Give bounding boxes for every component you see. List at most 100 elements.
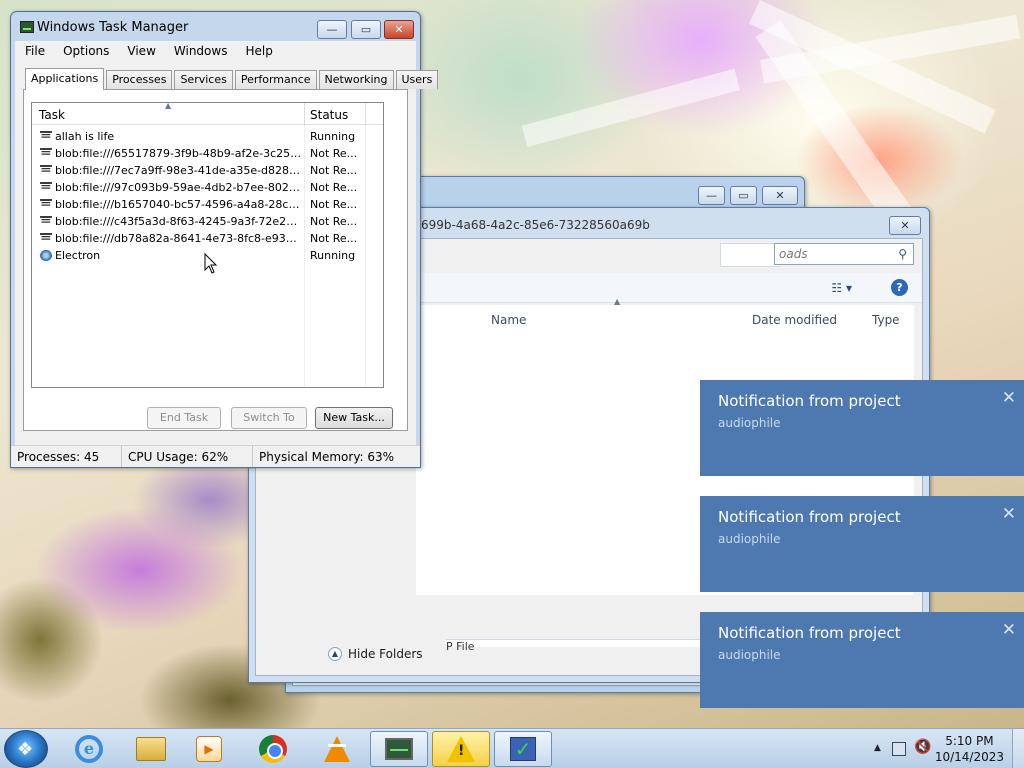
task-row[interactable]: blob:file:///7ec7a9ff-98e3-41de-a35e-d82… (32, 161, 383, 180)
notification-body: audiophile (718, 532, 781, 546)
status-bar: Processes: 45 CPU Usage: 62% Physical Me… (11, 445, 420, 467)
menu-windows[interactable]: Windows (164, 44, 236, 58)
window-icon (40, 178, 52, 194)
minimize-button[interactable]: — (698, 186, 725, 205)
task-row[interactable]: blob:file:///97c093b9-59ae-4db2-b7ee-802… (32, 178, 383, 197)
task-row[interactable]: blob:file:///b1657040-bc57-4596-a4a8-28c… (32, 195, 383, 214)
windows-explorer-icon[interactable] (122, 731, 180, 767)
task-status: Running (310, 249, 356, 262)
menu-file[interactable]: File (15, 44, 53, 58)
window-icon (40, 161, 52, 177)
clock-time: 5:10 PM (945, 734, 994, 748)
close-icon[interactable]: ✕ (1002, 622, 1016, 639)
task-list-header: ▲ Task Status (32, 101, 383, 125)
warning-icon[interactable] (432, 731, 490, 767)
column-separator[interactable] (365, 103, 366, 125)
task-status: Not Re... (310, 232, 358, 245)
tab-performance[interactable]: Performance (234, 70, 317, 89)
tab-processes[interactable]: Processes (106, 70, 173, 89)
column-type[interactable]: Type (872, 313, 900, 327)
task-name: Electron (55, 249, 101, 262)
task-status: Running (310, 130, 356, 143)
processes-count: Processes: 45 (11, 446, 122, 467)
menu-view[interactable]: View (117, 44, 163, 58)
search-placeholder: oads (779, 247, 808, 261)
menu-help[interactable]: Help (235, 44, 280, 58)
task-manager-window: Windows Task Manager — ▭ ✕ File Options … (10, 11, 439, 468)
notification-title: Notification from project (718, 508, 901, 526)
window-icon (40, 212, 52, 228)
minimize-button[interactable]: — (317, 20, 347, 39)
column-date-modified[interactable]: Date modified (752, 313, 837, 327)
mouse-cursor-icon (204, 253, 218, 274)
task-manager-app-icon (20, 21, 34, 33)
new-task-button[interactable]: New Task... (315, 407, 393, 429)
task-name: blob:file:///65517879-3f9b-48b9-af2e-3c2… (55, 147, 302, 160)
help-icon[interactable]: ? (891, 279, 908, 296)
save-as-type-value: P File (446, 640, 475, 653)
view-options-icon[interactable]: ☷ ▾ (831, 281, 852, 295)
task-rows: allah is life Running blob:file:///65517… (32, 127, 383, 265)
close-icon[interactable]: ✕ (1002, 506, 1016, 523)
taskbar: e ▶ ✓ ▲ 🔇 5:10 PM 10/14/2023 (0, 728, 1024, 768)
search-input[interactable]: oads ⚲ (774, 243, 914, 265)
column-separator[interactable] (304, 103, 305, 125)
notification-toast[interactable]: Notification from project audiophile ✕ (700, 496, 1024, 592)
tab-services[interactable]: Services (174, 70, 233, 89)
check-icon[interactable]: ✓ (494, 731, 552, 767)
menu-options[interactable]: Options (53, 44, 117, 58)
switch-to-button[interactable]: Switch To (231, 407, 307, 429)
notification-toast[interactable]: Notification from project audiophile ✕ (700, 380, 1024, 476)
chrome-icon[interactable] (244, 731, 302, 767)
notification-toast[interactable]: Notification from project audiophile ✕ (700, 612, 1024, 708)
task-list[interactable]: ▲ Task Status allah is life Running blob… (31, 101, 384, 388)
vlc-icon[interactable] (308, 731, 366, 767)
search-icon[interactable]: ⚲ (898, 247, 907, 261)
window-icon (40, 144, 52, 160)
volume-muted-icon[interactable]: 🔇 (914, 739, 931, 755)
menu-bar: File Options View Windows Help (15, 41, 416, 61)
tab-applications[interactable]: Applications (25, 68, 105, 90)
task-name: blob:file:///b1657040-bc57-4596-a4a8-28c… (55, 198, 302, 211)
close-button[interactable]: ✕ (762, 186, 798, 205)
window-icon (40, 229, 52, 245)
hide-folders-button[interactable]: ▲ Hide Folders (328, 647, 423, 661)
maximize-button[interactable]: ▭ (351, 20, 381, 39)
chevron-up-icon: ▲ (328, 647, 342, 661)
wallpaper-light-ray (521, 68, 740, 147)
task-manager-icon[interactable] (370, 731, 428, 767)
task-status: Not Re... (310, 215, 358, 228)
task-row[interactable]: blob:file:///c43f5a3d-8f63-4245-9a3f-72e… (32, 212, 383, 231)
close-button[interactable]: ✕ (384, 20, 414, 39)
show-hidden-icons-icon[interactable]: ▲ (874, 743, 881, 753)
notification-title: Notification from project (718, 392, 901, 410)
network-icon[interactable] (892, 742, 906, 756)
task-row[interactable]: blob:file:///db78a82a-8641-4e73-8fc8-e93… (32, 229, 383, 248)
column-status[interactable]: Status (310, 108, 348, 122)
start-button[interactable] (4, 730, 48, 768)
task-name: blob:file:///db78a82a-8641-4e73-8fc8-e93… (55, 232, 302, 245)
tab-networking[interactable]: Networking (318, 70, 394, 89)
notification-body: audiophile (718, 648, 781, 662)
task-name: blob:file:///7ec7a9ff-98e3-41de-a35e-d82… (55, 164, 302, 177)
end-task-button[interactable]: End Task (147, 407, 221, 429)
clock[interactable]: 5:10 PM 10/14/2023 (935, 733, 1004, 765)
sort-arrow-icon: ▲ (614, 297, 621, 306)
column-task[interactable]: Task (39, 108, 65, 122)
media-center-icon[interactable]: ▶ (180, 731, 238, 767)
show-desktop-button[interactable] (1012, 729, 1024, 768)
column-name[interactable]: Name (491, 313, 526, 327)
task-status: Not Re... (310, 198, 358, 211)
task-row[interactable]: blob:file:///65517879-3f9b-48b9-af2e-3c2… (32, 144, 383, 163)
task-row[interactable]: allah is life Running (32, 127, 383, 146)
physical-memory: Physical Memory: 63% (259, 450, 395, 464)
internet-explorer-icon[interactable]: e (60, 731, 118, 767)
close-icon[interactable]: ✕ (1002, 390, 1016, 407)
address-dropdown[interactable] (720, 243, 780, 267)
tab-users[interactable]: Users (395, 70, 439, 89)
maximize-button[interactable]: ▭ (730, 186, 757, 205)
dialog-title-path: 699b-4a68-4a2c-85e6-73228560a69b (421, 218, 650, 232)
window-icon (40, 195, 52, 211)
dialog-close-button[interactable]: ✕ (889, 216, 921, 235)
task-status: Not Re... (310, 181, 358, 194)
